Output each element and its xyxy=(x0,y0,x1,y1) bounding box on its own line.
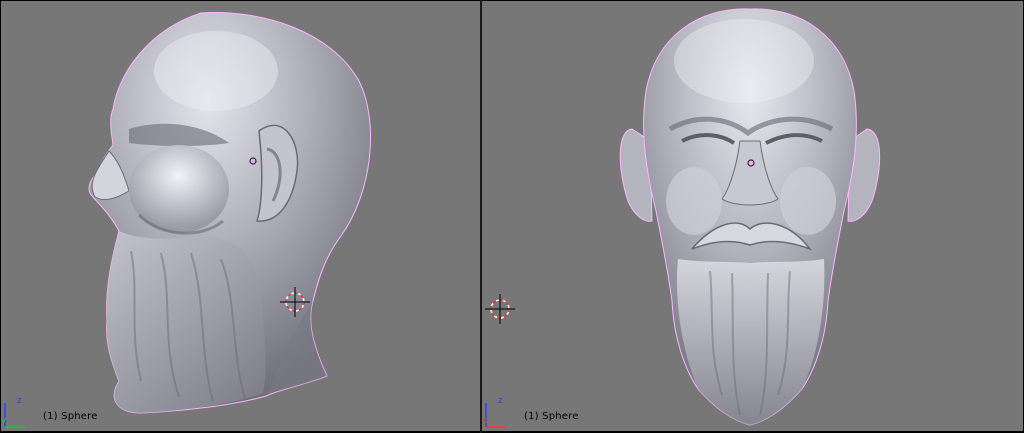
axis-z-label: z xyxy=(498,396,503,406)
sculpted-head-front[interactable] xyxy=(482,1,1023,431)
sculpted-head-side[interactable] xyxy=(1,1,480,431)
active-object-label: (1) Sphere xyxy=(43,411,98,422)
blender-3d-window: z y (1) Sphere z x (1) Sphere xyxy=(0,0,1024,433)
axis-z-label: z xyxy=(17,396,22,406)
3d-cursor-icon[interactable] xyxy=(485,294,515,324)
active-object-label: (1) Sphere xyxy=(524,411,579,422)
axis-gizmo-icon: z y xyxy=(1,396,25,428)
axis-gizmo-icon: z x xyxy=(482,396,506,428)
axis-y-label: y xyxy=(1,416,7,426)
viewport-side[interactable]: z y (1) Sphere xyxy=(1,1,480,431)
viewport-front[interactable]: z x (1) Sphere xyxy=(482,1,1023,431)
3d-cursor-icon[interactable] xyxy=(280,287,310,317)
axis-x-label: x xyxy=(482,416,488,426)
